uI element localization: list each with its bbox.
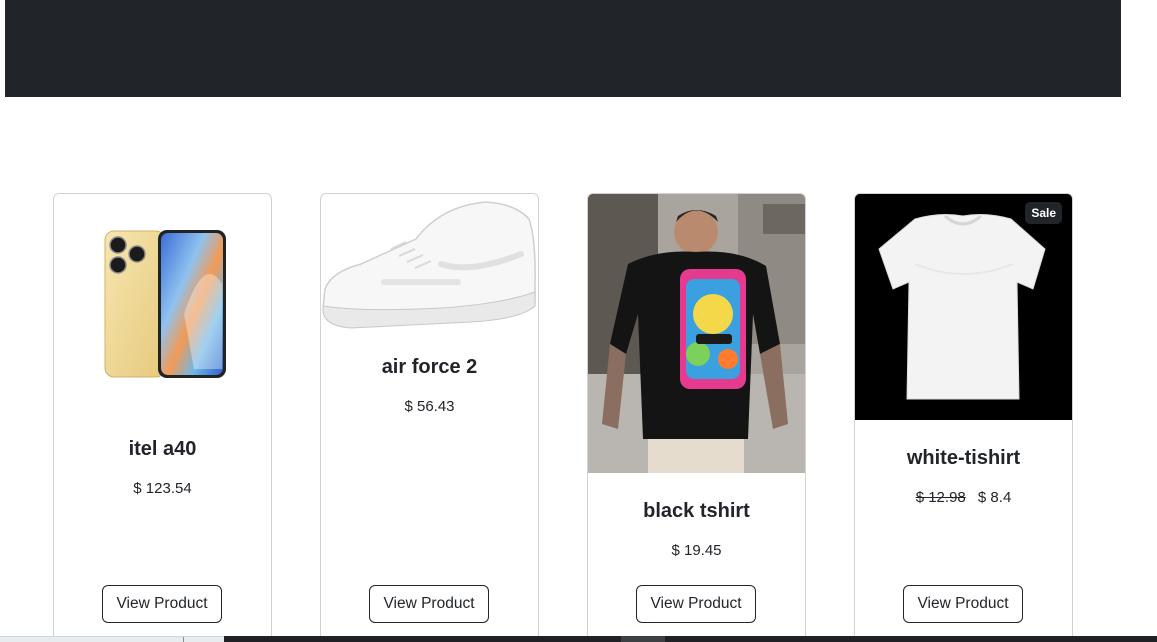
product-title: air force 2 — [381, 356, 478, 378]
product-card-white-tishirt: Sale white-tishirt $ 12.98 $ 8.4 View Pr… — [854, 193, 1073, 642]
product-price: $ 8.4 — [977, 489, 1012, 506]
view-product-button[interactable]: View Product — [903, 585, 1023, 623]
product-title: white-tishirt — [906, 447, 1021, 469]
hero-banner — [5, 0, 1121, 97]
product-image-sneaker — [321, 194, 538, 334]
old-price: $ 12.98 — [915, 489, 966, 506]
product-image-black-tshirt — [588, 194, 805, 473]
product-price: $ 56.43 — [404, 398, 455, 415]
view-product-button[interactable]: View Product — [636, 585, 756, 623]
product-price-row: $ 12.98 $ 8.4 — [855, 489, 1072, 506]
view-product-button[interactable]: View Product — [369, 585, 489, 623]
sale-badge: Sale — [1025, 202, 1062, 224]
product-title: black tshirt — [643, 500, 750, 522]
product-card-air-force-2: air force 2 $ 56.43 View Product — [320, 193, 539, 642]
taskbar-right — [224, 636, 1157, 642]
taskbar-left — [0, 636, 224, 642]
product-title: itel a40 — [128, 438, 197, 460]
product-image-phone — [54, 194, 271, 407]
view-product-button[interactable]: View Product — [102, 585, 222, 623]
product-price: $ 19.45 — [671, 542, 722, 559]
product-card-itel-a40: itel a40 $ 123.54 View Product — [53, 193, 272, 642]
product-price: $ 123.54 — [133, 480, 192, 497]
product-image-white-tshirt: Sale — [855, 194, 1072, 420]
product-card-black-tshirt: black tshirt $ 19.45 View Product — [587, 193, 806, 642]
